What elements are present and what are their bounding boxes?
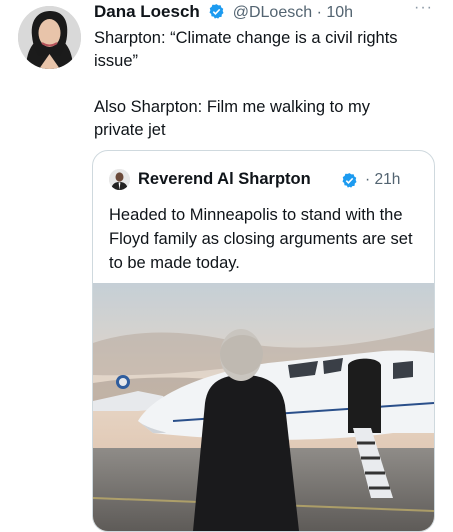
tweet-header: Dana Loesch @DLoesch · 10h ···: [94, 0, 433, 28]
quoted-tweet-card[interactable]: Reverend Al Sharpton · 21h Headed to Min…: [92, 150, 435, 532]
author-name[interactable]: Dana Loesch: [94, 2, 200, 21]
author-handle[interactable]: @DLoesch: [233, 4, 312, 21]
quoted-tweet-text: Headed to Minneapolis to stand with the …: [109, 206, 413, 272]
tweet-text: Sharpton: “Climate change is a civil rig…: [94, 27, 424, 142]
quoted-author-name[interactable]: Reverend Al Sharpton: [138, 170, 311, 189]
author-avatar[interactable]: [18, 6, 81, 69]
tweet-text-line: Also Sharpton: Film me walking to my pri…: [94, 98, 371, 139]
verified-badge-icon: [341, 172, 358, 194]
verified-badge-icon: [208, 3, 225, 25]
quoted-tweet-time[interactable]: · 21h: [365, 171, 400, 189]
tweet-text-line: Sharpton: “Climate change is a civil rig…: [94, 29, 398, 70]
tweet-time[interactable]: · 10h: [317, 4, 353, 21]
quoted-author-avatar: [109, 169, 130, 190]
quoted-tweet-image[interactable]: [93, 283, 434, 531]
more-options-icon[interactable]: ···: [414, 0, 433, 17]
